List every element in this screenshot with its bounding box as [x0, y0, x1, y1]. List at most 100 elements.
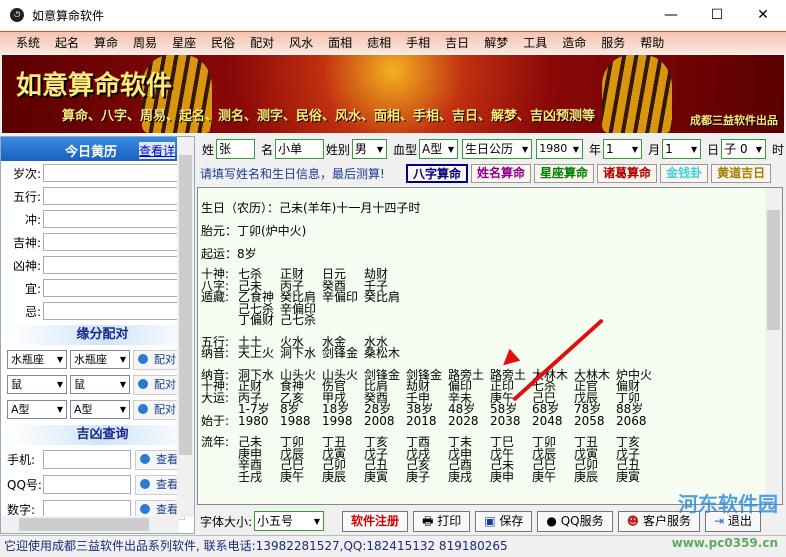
query-label: QQ号:: [7, 478, 42, 492]
print-button[interactable]: 🖶 打印: [413, 510, 471, 532]
cell: 2018: [406, 413, 437, 428]
menu-item[interactable]: 系统: [16, 34, 40, 51]
field-label: 宜:: [24, 281, 41, 296]
menu-item[interactable]: 星座: [172, 34, 196, 51]
arrow-circle-icon: [138, 403, 148, 414]
menu-item[interactable]: 风水: [289, 34, 313, 51]
watermark-url: www.pc0359.cn: [671, 536, 778, 550]
close-button[interactable]: ✕: [740, 0, 786, 30]
menu-item[interactable]: 配对: [250, 34, 274, 51]
pair-button[interactable]: 配对: [133, 349, 183, 370]
pair-select-a[interactable]: 鼠: [7, 375, 67, 394]
field-input[interactable]: [43, 279, 194, 297]
field-label: 忌:: [24, 304, 41, 319]
cell: 庚午: [532, 469, 557, 484]
save-button[interactable]: ▣ 保存: [475, 510, 533, 532]
menu-item[interactable]: 吉日: [445, 34, 469, 51]
cell: 庚戌: [448, 469, 473, 484]
menu-item[interactable]: 算命: [94, 34, 118, 51]
menu-item[interactable]: 造命: [562, 34, 586, 51]
calc-button-5[interactable]: 黄道吉日: [711, 163, 772, 183]
cell: 2048: [532, 413, 563, 428]
pair-select-b[interactable]: A型: [70, 400, 130, 419]
name-input[interactable]: 小单: [275, 139, 324, 159]
result-text-area[interactable]: 生日（农历）：己未(羊年)十一月十四子时 胎元：丁卯(炉中火) 起运：8岁 十神…: [197, 187, 783, 505]
field-input[interactable]: [43, 233, 194, 251]
cell: 天上火: [238, 346, 275, 360]
query-input[interactable]: [43, 450, 131, 469]
field-label: 岁次:: [12, 166, 41, 181]
almanac-header: 今日黄历 查看详: [1, 137, 194, 161]
menu-item[interactable]: 帮助: [640, 34, 664, 51]
menu-item[interactable]: 周易: [133, 34, 157, 51]
row-label: 遁藏:: [201, 290, 230, 304]
query-row: QQ号: 查看: [1, 472, 194, 497]
field-input[interactable]: [43, 210, 194, 228]
calc-button-4[interactable]: 金钱卦: [660, 163, 709, 183]
field-input[interactable]: [43, 302, 194, 320]
pair-select-a[interactable]: A型: [7, 400, 67, 419]
menu-item[interactable]: 解梦: [484, 34, 508, 51]
gender-label: 姓别: [325, 142, 350, 157]
calc-button-0[interactable]: 八字算命: [406, 163, 469, 183]
query-input[interactable]: [43, 475, 131, 494]
pair-select-b[interactable]: 鼠: [70, 375, 130, 394]
cell: 壬戌: [238, 469, 263, 484]
menu-item[interactable]: 工具: [523, 34, 547, 51]
row-label: 大运:: [201, 390, 230, 405]
field-input[interactable]: [43, 164, 194, 182]
left-horizontal-scrollbar[interactable]: [1, 516, 179, 533]
field-input[interactable]: [43, 187, 194, 205]
calc-button-2[interactable]: 星座算命: [534, 163, 595, 183]
qq-service-button[interactable]: ● QQ服务: [537, 510, 613, 532]
result-scrollbar[interactable]: [765, 188, 782, 504]
menu-item[interactable]: 痣相: [367, 34, 391, 51]
cell: 1998: [322, 413, 353, 428]
day-select[interactable]: 1: [662, 139, 702, 159]
menu-item[interactable]: 起名: [55, 34, 79, 51]
year-select[interactable]: 1980: [536, 139, 584, 159]
qq-icon: ●: [546, 513, 561, 528]
pair-select-a[interactable]: 水瓶座: [7, 350, 67, 369]
maximize-button[interactable]: ☐: [694, 0, 740, 30]
pair-button-label: 配对: [154, 377, 176, 391]
menu-item[interactable]: 服务: [601, 34, 625, 51]
view-detail-link[interactable]: 查看详: [139, 142, 176, 159]
query-row: 手机: 查看: [1, 447, 194, 472]
input-form: 姓 张 名 小单 姓别 男 血型 A型 生日公历 1980 年 1 月 1 日 …: [196, 137, 786, 185]
hour-select[interactable]: 子 0: [721, 139, 766, 159]
month-select[interactable]: 1: [603, 139, 643, 159]
query-title: 吉凶查询: [11, 425, 194, 445]
gender-select[interactable]: 男: [351, 139, 387, 159]
font-size-select[interactable]: 小五号: [254, 511, 325, 531]
cell: 桑松木: [364, 346, 401, 360]
menu-item[interactable]: 民俗: [211, 34, 235, 51]
status-bar: 它迎使用成都三益软件出品系列软件, 联系电话:13982281527,QQ:18…: [0, 535, 786, 557]
year-label: 年: [589, 142, 602, 157]
almanac-field-row: 忌:: [1, 300, 194, 322]
left-vertical-scrollbar[interactable]: [177, 137, 194, 517]
pair-button-label: 配对: [154, 402, 176, 416]
cell: 癸比肩: [364, 290, 401, 304]
calc-button-1[interactable]: 姓名算命: [471, 163, 532, 183]
pair-select-b[interactable]: 水瓶座: [70, 350, 130, 369]
field-label: 吉神:: [12, 235, 41, 250]
calc-button-3[interactable]: 诸葛算命: [597, 163, 658, 183]
field-input[interactable]: [43, 256, 194, 274]
qq-label: QQ服务: [560, 513, 604, 528]
minimize-button[interactable]: —: [648, 0, 694, 30]
pair-button[interactable]: 配对: [133, 399, 183, 420]
surname-label: 姓: [202, 142, 215, 157]
pair-button[interactable]: 配对: [133, 374, 183, 395]
calendar-select[interactable]: 生日公历: [462, 139, 533, 159]
surname-input[interactable]: 张: [216, 139, 256, 159]
pair-button-label: 配对: [154, 352, 176, 366]
banner-subtitle: 算命、八字、周易、起名、测名、测字、民俗、风水、面相、手相、吉日、解梦、吉凶预测…: [62, 109, 596, 124]
menu-item[interactable]: 面相: [328, 34, 352, 51]
blood-select[interactable]: A型: [419, 139, 459, 159]
pairing-row: A型A型 配对: [1, 397, 194, 422]
menu-item[interactable]: 手相: [406, 34, 430, 51]
register-button[interactable]: 软件注册: [342, 510, 409, 532]
banner-title: 如意算命软件: [16, 71, 173, 101]
hour-label: 时: [772, 142, 785, 157]
